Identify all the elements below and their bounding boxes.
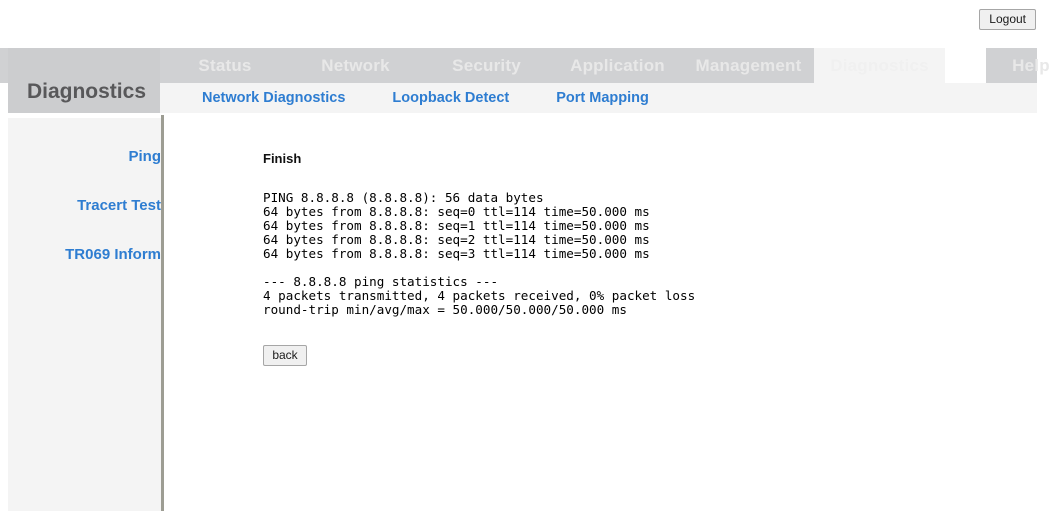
nav-item-help[interactable]: Help [986,48,1064,83]
nav-item-security[interactable]: Security [421,48,552,83]
content-area: Finish PING 8.8.8.8 (8.8.8.8): 56 data b… [164,113,1064,511]
back-button[interactable]: back [263,345,307,366]
main-nav-items: Status Network Security Application Mana… [160,48,1064,83]
nav-item-application[interactable]: Application [552,48,683,83]
submenu-item-port-mapping[interactable]: Port Mapping [556,83,649,113]
sidebar-item-tr069-inform[interactable]: TR069 Inform [8,246,161,264]
logout-button[interactable]: Logout [979,9,1036,30]
submenu-item-loopback-detect[interactable]: Loopback Detect [392,83,509,113]
nav-item-network[interactable]: Network [290,48,421,83]
top-bar: Logout [0,0,1064,48]
submenu-items: Network Diagnostics Loopback Detect Port… [160,83,1037,113]
page-title-block: Diagnostics [8,48,160,113]
nav-item-management[interactable]: Management [683,48,814,83]
nav-item-diagnostics[interactable]: Diagnostics [814,48,945,83]
ping-output-text: PING 8.8.8.8 (8.8.8.8): 56 data bytes 64… [263,191,695,317]
nav-item-status[interactable]: Status [160,48,290,83]
submenu-item-network-diagnostics[interactable]: Network Diagnostics [202,83,345,113]
submenu-bar: Network Diagnostics Loopback Detect Port… [160,83,1037,113]
sidebar: Ping Tracert Test TR069 Inform [8,118,161,511]
sidebar-item-tracert-test[interactable]: Tracert Test [8,197,161,215]
finish-heading: Finish [263,151,301,167]
nav-spacer [945,48,986,83]
page-title: Diagnostics [8,80,146,104]
sidebar-item-ping[interactable]: Ping [8,148,161,166]
